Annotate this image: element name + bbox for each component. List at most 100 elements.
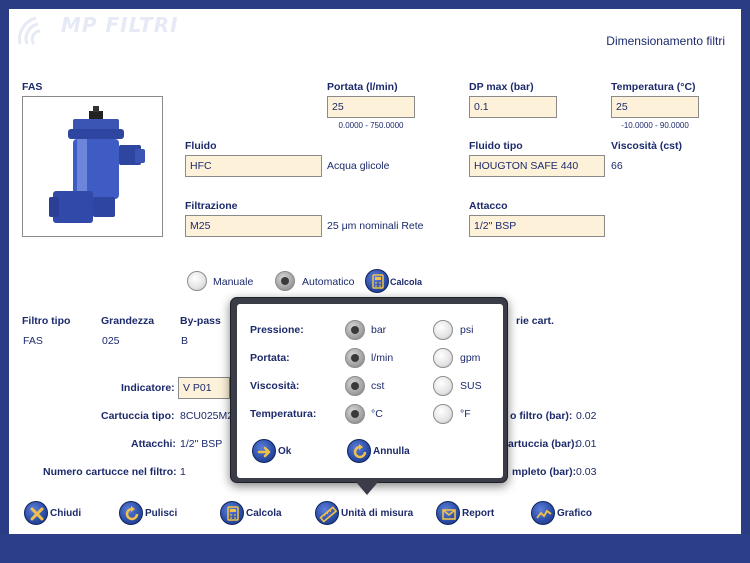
calcola-button[interactable]: [220, 501, 244, 525]
calculator-icon: [372, 274, 384, 289]
grafico-button[interactable]: [531, 501, 555, 525]
calcola-top-button[interactable]: [365, 269, 389, 293]
portata-gpm-radio[interactable]: [433, 348, 453, 368]
dp-cartuccia-label: artuccia (bar):: [508, 438, 579, 450]
product-name: FAS: [22, 81, 43, 93]
product-image: [22, 96, 163, 237]
fluido-desc: Acqua glicole: [327, 160, 390, 172]
manuale-label: Manuale: [213, 276, 254, 288]
units-popup-content: Pressione: bar psi Portata: l/min gpm Vi…: [237, 304, 503, 478]
dp-max-input[interactable]: 0.1: [469, 96, 557, 118]
attacchi-label: Attacchi:: [131, 438, 176, 450]
numero-cartucce-label: Numero cartucce nel filtro:: [43, 466, 177, 478]
viscosita-sus-label: SUS: [460, 380, 482, 392]
units-popup: Pressione: bar psi Portata: l/min gpm Vi…: [230, 297, 508, 483]
portata-lmin-label: l/min: [371, 352, 394, 364]
grafico-label: Grafico: [557, 508, 593, 519]
calculator-icon: [227, 506, 239, 521]
portata-unit-label: Portata:: [250, 352, 290, 364]
viscosita-sus-radio[interactable]: [433, 376, 453, 396]
chiudi-button[interactable]: [24, 501, 48, 525]
chiudi-label: Chiudi: [50, 508, 82, 519]
filtro-tipo-value: FAS: [23, 335, 43, 347]
report-button[interactable]: [436, 501, 460, 525]
portata-gpm-label: gpm: [460, 352, 481, 364]
viscosita-cst-radio[interactable]: [345, 376, 365, 396]
filter-image-icon: [49, 106, 145, 223]
numero-cartucce-value: 1: [180, 466, 186, 478]
temperatura-label: Temperatura (°C): [611, 81, 696, 93]
unita-misura-button[interactable]: [315, 501, 339, 525]
unita-misura-label: Unità di misura: [341, 508, 414, 519]
manuale-radio[interactable]: [187, 271, 207, 291]
calcola-top-label: Calcola: [390, 277, 423, 287]
serie-cart-header: rie cart.: [516, 315, 554, 327]
fluido-input[interactable]: HFC: [185, 155, 322, 177]
calcola-label: Calcola: [246, 508, 282, 519]
bypass-value: B: [181, 335, 189, 347]
portata-lmin-radio[interactable]: [345, 348, 365, 368]
report-label: Report: [462, 508, 495, 519]
pressione-bar-radio[interactable]: [345, 320, 365, 340]
pressione-psi-label: psi: [460, 324, 474, 336]
grandezza-value: 025: [102, 335, 120, 347]
automatico-label: Automatico: [302, 276, 355, 288]
dp-completo-label: mpleto (bar):: [512, 466, 577, 478]
refresh-icon: [125, 506, 139, 521]
viscosita-label: Viscosità (cst): [611, 140, 683, 152]
logo-icon: [18, 16, 41, 45]
viscosita-value: 66: [611, 160, 623, 172]
viscosita-unit-label: Viscosità:: [250, 380, 300, 392]
dp-filtro-label: o filtro (bar):: [510, 410, 573, 422]
automatico-radio[interactable]: [275, 271, 295, 291]
portata-range: 0.0000 - 750.0000: [338, 121, 404, 130]
dp-cartuccia-value: 0.01: [576, 438, 597, 450]
logo: MP FILTRI: [14, 12, 194, 52]
attacchi-value: 1/2" BSP: [180, 438, 223, 450]
popup-arrow: [356, 482, 378, 495]
filtro-tipo-header: Filtro tipo: [22, 315, 71, 327]
portata-label: Portata (l/min): [327, 81, 398, 93]
pressione-bar-label: bar: [371, 324, 387, 336]
arrow-right-icon: [257, 446, 271, 458]
dp-max-label: DP max (bar): [469, 81, 534, 93]
fluido-tipo-label: Fluido tipo: [469, 140, 523, 152]
page-title: Dimensionamento filtri: [606, 34, 725, 48]
annulla-label: Annulla: [373, 446, 410, 457]
viscosita-cst-label: cst: [371, 380, 385, 392]
bottom-bar: [0, 534, 750, 563]
ok-button[interactable]: [252, 439, 276, 463]
temperatura-f-radio[interactable]: [433, 404, 453, 424]
attacco-label: Attacco: [469, 200, 508, 212]
pulisci-button[interactable]: [119, 501, 143, 525]
temperatura-c-label: °C: [371, 408, 383, 420]
cartuccia-tipo-value: 8CU025M2: [180, 410, 230, 422]
logo-text: MP FILTRI: [61, 13, 179, 37]
temperatura-input[interactable]: 25: [611, 96, 699, 118]
dp-filtro-value: 0.02: [576, 410, 597, 422]
annulla-button[interactable]: [347, 439, 371, 463]
dp-completo-value: 0.03: [576, 466, 597, 478]
filtrazione-input[interactable]: M25: [185, 215, 322, 237]
refresh-icon: [353, 444, 367, 459]
pressione-psi-radio[interactable]: [433, 320, 453, 340]
attacco-input[interactable]: 1/2" BSP: [469, 215, 605, 237]
fluido-tipo-input[interactable]: HOUGTON SAFE 440: [469, 155, 605, 177]
indicatore-label: Indicatore:: [121, 382, 175, 394]
indicatore-input[interactable]: V P01: [178, 377, 230, 399]
grandezza-header: Grandezza: [101, 315, 155, 327]
cartuccia-tipo-label: Cartuccia tipo:: [101, 410, 175, 422]
temperatura-range: -10.0000 - 90.0000: [621, 121, 689, 130]
filtrazione-desc: 25 μm nominali Rete: [327, 220, 424, 232]
temperatura-f-label: °F: [460, 408, 471, 420]
portata-input[interactable]: 25: [327, 96, 415, 118]
pulisci-label: Pulisci: [145, 508, 178, 519]
bypass-header: By-pass: [180, 315, 221, 327]
fluido-label: Fluido: [185, 140, 217, 152]
close-icon: [30, 507, 44, 521]
ok-label: Ok: [278, 446, 292, 457]
pressione-label: Pressione:: [250, 324, 304, 336]
temperatura-c-radio[interactable]: [345, 404, 365, 424]
filtrazione-label: Filtrazione: [185, 200, 238, 212]
temperatura-unit-label: Temperatura:: [250, 408, 317, 420]
